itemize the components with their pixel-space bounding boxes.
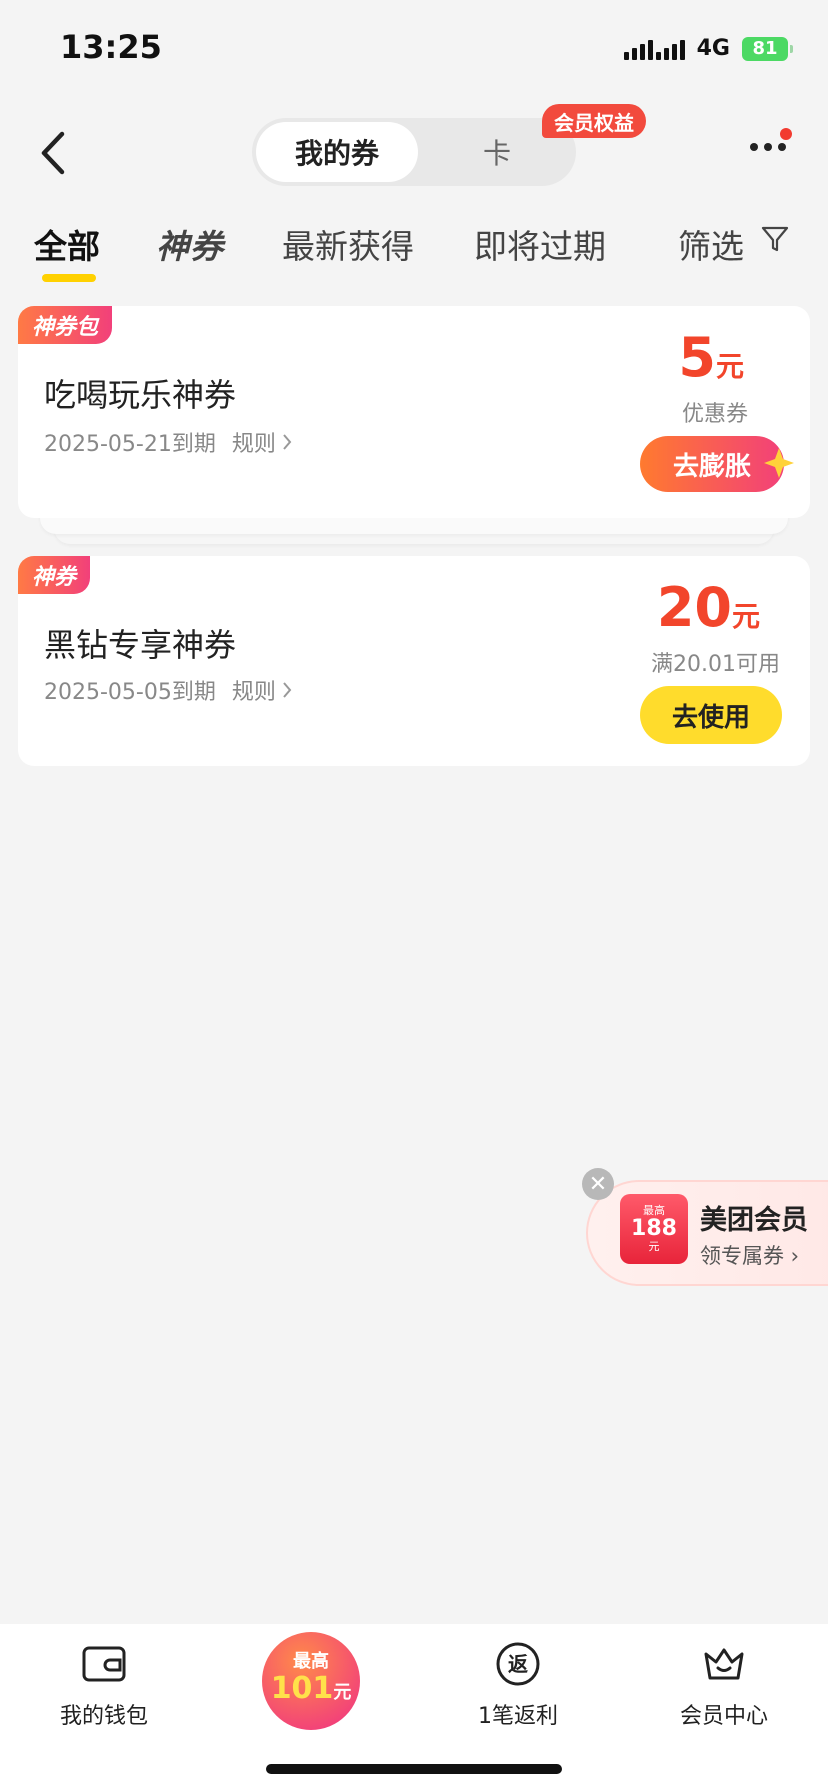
coupon-count-tag: ×2张 (102, 306, 195, 344)
nav-promo-amount: 101 (270, 1671, 334, 1706)
nav-member-label: 会员中心 (679, 1704, 768, 1729)
tab-filter[interactable]: 筛选 (678, 220, 744, 268)
coupon-expiry: 2025-05-21到期 (44, 432, 216, 457)
crown-basket-icon (704, 1648, 744, 1680)
nav-wallet[interactable]: 我的钱包 (24, 1640, 184, 1730)
coupon-amount: 5元 (678, 326, 744, 389)
nav-member-center[interactable]: 会员中心 (644, 1640, 804, 1730)
coupon-meta: 2025-05-21到期 规则 (44, 426, 292, 458)
promo-subtitle-text: 领专属券 (700, 1244, 784, 1268)
coupon-tags: 神券包 ×2张 (18, 306, 195, 344)
rule-link[interactable]: 规则 (232, 674, 292, 706)
promo-img-amount: 188 (631, 1216, 677, 1241)
coupon-title: 吃喝玩乐神券 (44, 376, 237, 414)
tab-active-underline (42, 274, 96, 282)
nav-rebate-label: 1笔返利 (478, 1704, 558, 1729)
amount-unit: 元 (731, 600, 760, 633)
rule-label: 规则 (231, 432, 276, 457)
promo-coupon-image: 最高 188 元 (620, 1194, 688, 1264)
notification-dot (780, 128, 792, 140)
rule-label: 规则 (231, 680, 276, 705)
rule-link[interactable]: 规则 (232, 426, 292, 458)
signal-icon (623, 38, 685, 60)
promo-img-unit: 元 (648, 1240, 660, 1253)
coupon-desc: 满20.01可用 (651, 652, 780, 677)
coupon-desc: 优惠券 (681, 402, 748, 427)
promo-title: 美团会员 (700, 1205, 808, 1236)
status-time: 13:25 (60, 28, 162, 66)
filter-icon[interactable] (760, 224, 790, 254)
tab-my-coupons[interactable]: 我的券 (256, 122, 418, 182)
network-type: 4G (696, 36, 730, 61)
amount-value: 5 (678, 326, 716, 389)
coupon-category-tag: 美食 (80, 556, 163, 594)
rebate-icon: 返 (496, 1642, 540, 1686)
home-indicator (266, 1764, 562, 1774)
coupon-card[interactable]: 神券 美食 黑钻专享神券 2025-05-05到期 规则 20元 满20.01可… (18, 556, 810, 766)
battery-level: 81 (752, 38, 778, 59)
nav-wallet-label: 我的钱包 (59, 1704, 148, 1729)
more-icon[interactable] (748, 140, 788, 154)
sparkle-icon (764, 448, 794, 478)
coupon-card[interactable]: 神券包 ×2张 吃喝玩乐神券 2025-05-21到期 规则 5元 优惠券 去膨… (18, 306, 810, 518)
nav-promo-top: 最高 (293, 1651, 329, 1672)
amount-value: 20 (656, 576, 732, 639)
tab-expiring[interactable]: 即将过期 (474, 220, 606, 268)
tab-newest[interactable]: 最新获得 (282, 220, 414, 268)
coupon-tags: 神券 美食 (18, 556, 163, 594)
nav-promo-button[interactable]: 最高 101元 (262, 1632, 360, 1730)
tab-all[interactable]: 全部 (34, 220, 100, 268)
nav-promo-unit: 元 (333, 1682, 352, 1703)
coupon-title: 黑钻专享神券 (44, 626, 237, 664)
rebate-icon-char: 返 (508, 1652, 528, 1676)
use-button[interactable]: 去使用 (640, 686, 782, 744)
chevron-right-icon (283, 434, 292, 450)
coupon-tag: 神券 (18, 556, 91, 594)
coupon-amount: 20元 (657, 576, 760, 639)
status-indicators: 4G 81 (623, 36, 793, 61)
back-icon[interactable] (34, 128, 74, 178)
member-benefits-badge[interactable]: 会员权益 (542, 104, 646, 138)
battery-icon: 81 (742, 36, 793, 61)
coupon-filter-tabs: 全部 神券 最新获得 即将过期 筛选 (0, 220, 828, 290)
close-icon[interactable]: ✕ (582, 1168, 614, 1200)
amount-unit: 元 (715, 350, 744, 383)
coupon-meta: 2025-05-05到期 规则 (44, 674, 292, 706)
promo-subtitle: 领专属券 › (700, 1244, 800, 1268)
nav-rebate[interactable]: 返 1笔返利 (438, 1640, 598, 1730)
tab-shenquan[interactable]: 神券 (156, 220, 224, 268)
coupon-card-switch: 我的券 卡 (252, 118, 576, 186)
chevron-right-icon (283, 682, 292, 698)
wallet-icon (82, 1646, 126, 1682)
coupon-expiry: 2025-05-05到期 (44, 680, 216, 705)
coupon-tag: 神券包 (18, 306, 113, 344)
